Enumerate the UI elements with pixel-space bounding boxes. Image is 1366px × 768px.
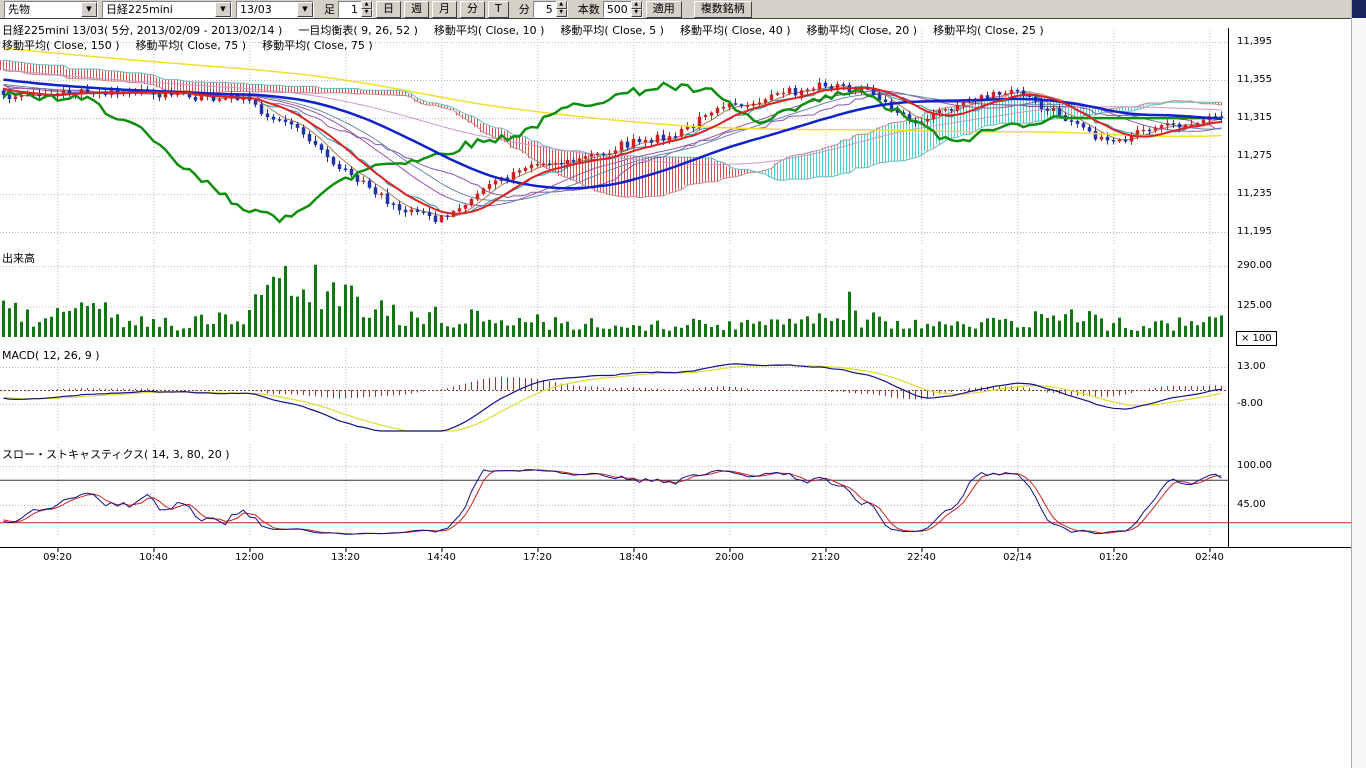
time-axis-label: 12:00 [235,552,264,563]
chart-window: 先物 ▼ 日経225mini ▼ 13/03 ▼ 足 1 ▲▼ 日 週 月 分 … [0,0,1366,768]
legend-item: 一目均衡表( 9, 26, 52 ) [298,24,418,37]
macd-axis-label: -8.00 [1237,398,1263,409]
time-axis-label: 20:00 [715,552,744,563]
price-axis-label: 11,355 [1237,74,1272,85]
vertical-scrollbar[interactable] [1351,0,1366,768]
legend-line-2: 移動平均( Close, 150 ) 移動平均( Close, 75 ) 移動平均(… [2,37,389,53]
legend-item: 移動平均( Close, 75 ) [136,39,247,52]
time-axis-label: 02:40 [1195,552,1224,563]
legend-item: 移動平均( Close, 150 ) [2,39,120,52]
legend-item: 移動平均( Close, 40 ) [680,24,791,37]
stoch-pane-label: スロー・ストキャスティクス( 14, 3, 80, 20 ) [2,446,230,462]
macd-axis-label: 13.00 [1237,361,1266,372]
time-axis-label: 13:20 [331,552,360,563]
time-axis-label: 22:40 [907,552,936,563]
volume-axis-label: 125.00 [1237,300,1272,311]
price-axis-label: 11,395 [1237,36,1272,47]
legend-line-1: 日経225mini 13/03( 5分, 2013/02/09 - 2013/0… [2,22,1060,38]
stoch-axis-label: 100.00 [1237,460,1272,471]
time-axis-label: 01:20 [1099,552,1128,563]
legend-item: 移動平均( Close, 10 ) [434,24,545,37]
time-axis-label: 10:40 [139,552,168,563]
legend-item: 移動平均( Close, 5 ) [560,24,664,37]
price-axis-label: 11,195 [1237,226,1272,237]
legend-item: 移動平均( Close, 20 ) [807,24,918,37]
volume-multiplier-badge: × 100 [1236,331,1277,346]
stoch-axis-label: 45.00 [1237,499,1266,510]
volume-axis-label: 290.00 [1237,260,1272,271]
price-axis-label: 11,315 [1237,112,1272,123]
scrollbar-thumb[interactable] [1352,0,1366,18]
price-axis-label: 11,275 [1237,150,1272,161]
legend-item: 移動平均( Close, 25 ) [933,24,1044,37]
time-axis-label: 02/14 [1003,552,1032,563]
time-axis-label: 17:20 [523,552,552,563]
legend-item: 移動平均( Close, 75 ) [262,39,373,52]
volume-pane-label: 出来高 [2,250,35,266]
time-axis-label: 14:40 [427,552,456,563]
time-axis-label: 09:20 [43,552,72,563]
price-axis-label: 11,235 [1237,188,1272,199]
legend-item: 日経225mini 13/03( 5分, 2013/02/09 - 2013/0… [2,24,282,37]
time-axis-label: 21:20 [811,552,840,563]
chart-canvas[interactable] [0,0,1366,560]
time-axis-label: 18:40 [619,552,648,563]
macd-pane-label: MACD( 12, 26, 9 ) [2,349,100,362]
